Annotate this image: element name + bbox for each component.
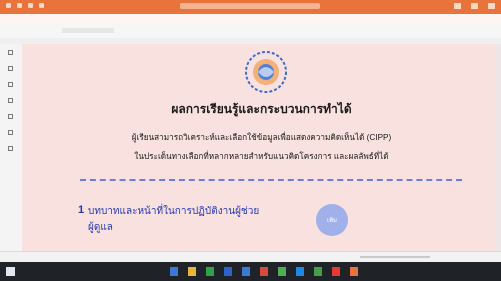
window-controls (454, 3, 495, 9)
left-toolbar (0, 44, 23, 251)
ribbon (0, 24, 501, 39)
quick-access-toolbar (6, 3, 44, 8)
zoom-slider[interactable] (360, 256, 430, 258)
save-icon[interactable] (6, 3, 11, 8)
maximize-icon[interactable] (471, 3, 478, 9)
circle-button[interactable]: เพิ่ม (316, 204, 348, 236)
minimize-icon[interactable] (454, 3, 461, 9)
pen-icon[interactable] (8, 98, 13, 103)
subtitle-line-1: ผู้เรียนสามารถวิเคราะห์และเลือกใช้ข้อมูล… (131, 133, 392, 142)
page-heading: ผลการเรียนรู้และกระบวนการทำได้ (171, 102, 352, 116)
vertical-scrollbar[interactable] (495, 44, 501, 251)
folder-icon[interactable] (188, 267, 196, 276)
font-box[interactable] (62, 28, 114, 33)
status-bar (0, 251, 501, 262)
windows-start-icon[interactable] (6, 267, 15, 276)
edge-icon[interactable] (170, 267, 178, 276)
dashed-divider (80, 179, 462, 181)
undo-icon[interactable] (17, 3, 22, 8)
list-item-text: บทบาทและหน้าที่ในการปฏิบัติงานผู้ช่วย ผู… (88, 204, 326, 236)
redo-icon[interactable] (28, 3, 33, 8)
app-icon-6[interactable] (332, 267, 340, 276)
taskbar (0, 262, 501, 281)
word-icon[interactable] (224, 267, 232, 276)
document-page: ผลการเรียนรู้และกระบวนการทำได้ ผู้เรียนส… (22, 44, 501, 251)
store-icon[interactable] (206, 267, 214, 276)
app-icon-3[interactable] (278, 267, 286, 276)
close-icon[interactable] (488, 3, 495, 9)
logo-icon (245, 51, 287, 93)
select-icon[interactable] (8, 50, 13, 55)
customize-icon[interactable] (39, 3, 44, 8)
more-icon[interactable] (8, 146, 13, 151)
subtitle-line-2: ในประเด็นทางเลือกที่หลากหลายสำหรับแนวคิด… (134, 152, 389, 161)
list-item-number: 1 (78, 204, 85, 216)
app-icon-4[interactable] (296, 267, 304, 276)
menu-bar (0, 14, 501, 24)
highlight-icon[interactable] (8, 114, 13, 119)
app-icon-2[interactable] (260, 267, 268, 276)
app-icon-5[interactable] (314, 267, 322, 276)
app-icon[interactable] (242, 267, 250, 276)
title-bar (0, 0, 501, 14)
text-icon[interactable] (8, 66, 13, 71)
app-icon-7[interactable] (350, 267, 358, 276)
eraser-icon[interactable] (8, 130, 13, 135)
list-item-line-1: บทบาทและหน้าที่ในการปฏิบัติงานผู้ช่วย (88, 206, 260, 217)
window-title (180, 3, 320, 9)
shape-icon[interactable] (8, 82, 13, 87)
list-item-line-2: ผู้ดูแล (88, 222, 113, 233)
